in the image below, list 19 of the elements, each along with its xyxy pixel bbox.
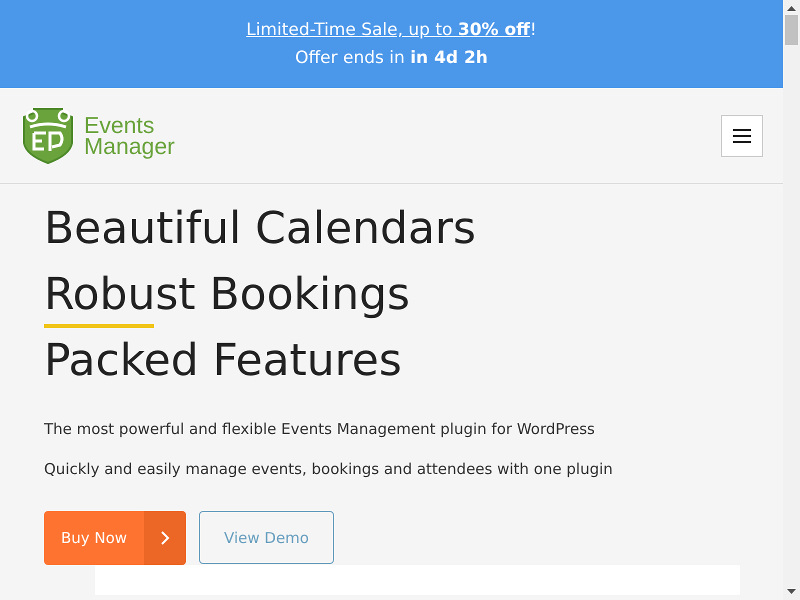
buy-now-button[interactable]: Buy Now: [44, 511, 186, 565]
menu-button[interactable]: [721, 114, 763, 156]
sale-text: Limited-Time Sale, up to 30% off!: [246, 20, 537, 40]
chevron-icon: [160, 530, 170, 546]
scrollbar-thumb[interactable]: [785, 15, 798, 45]
headline: Packed Features: [44, 334, 402, 388]
view-demo-button[interactable]: View Demo: [199, 511, 334, 564]
scroll-up-icon[interactable]: [787, 6, 796, 11]
tagline-text: The most powerful and flexible Events Management plugin for WordPress: [44, 420, 596, 438]
logo-text[interactable]: Events Manager: [84, 114, 175, 156]
menu-icon: [732, 128, 752, 144]
logo-icon[interactable]: [20, 106, 76, 164]
headline: Beautiful Calendars: [44, 202, 476, 256]
countdown-text: Offer ends in in 4d 2h: [295, 48, 488, 68]
sale-link[interactable]: Limited-Time Sale, up to 30% off: [246, 20, 530, 40]
scroll-down-icon[interactable]: [787, 589, 796, 594]
scrollbar[interactable]: [783, 0, 800, 600]
headline: Robust Bookings: [44, 268, 410, 322]
tagline-text: Quickly and easily manage events, bookings and attendees with one plugin: [44, 460, 614, 478]
